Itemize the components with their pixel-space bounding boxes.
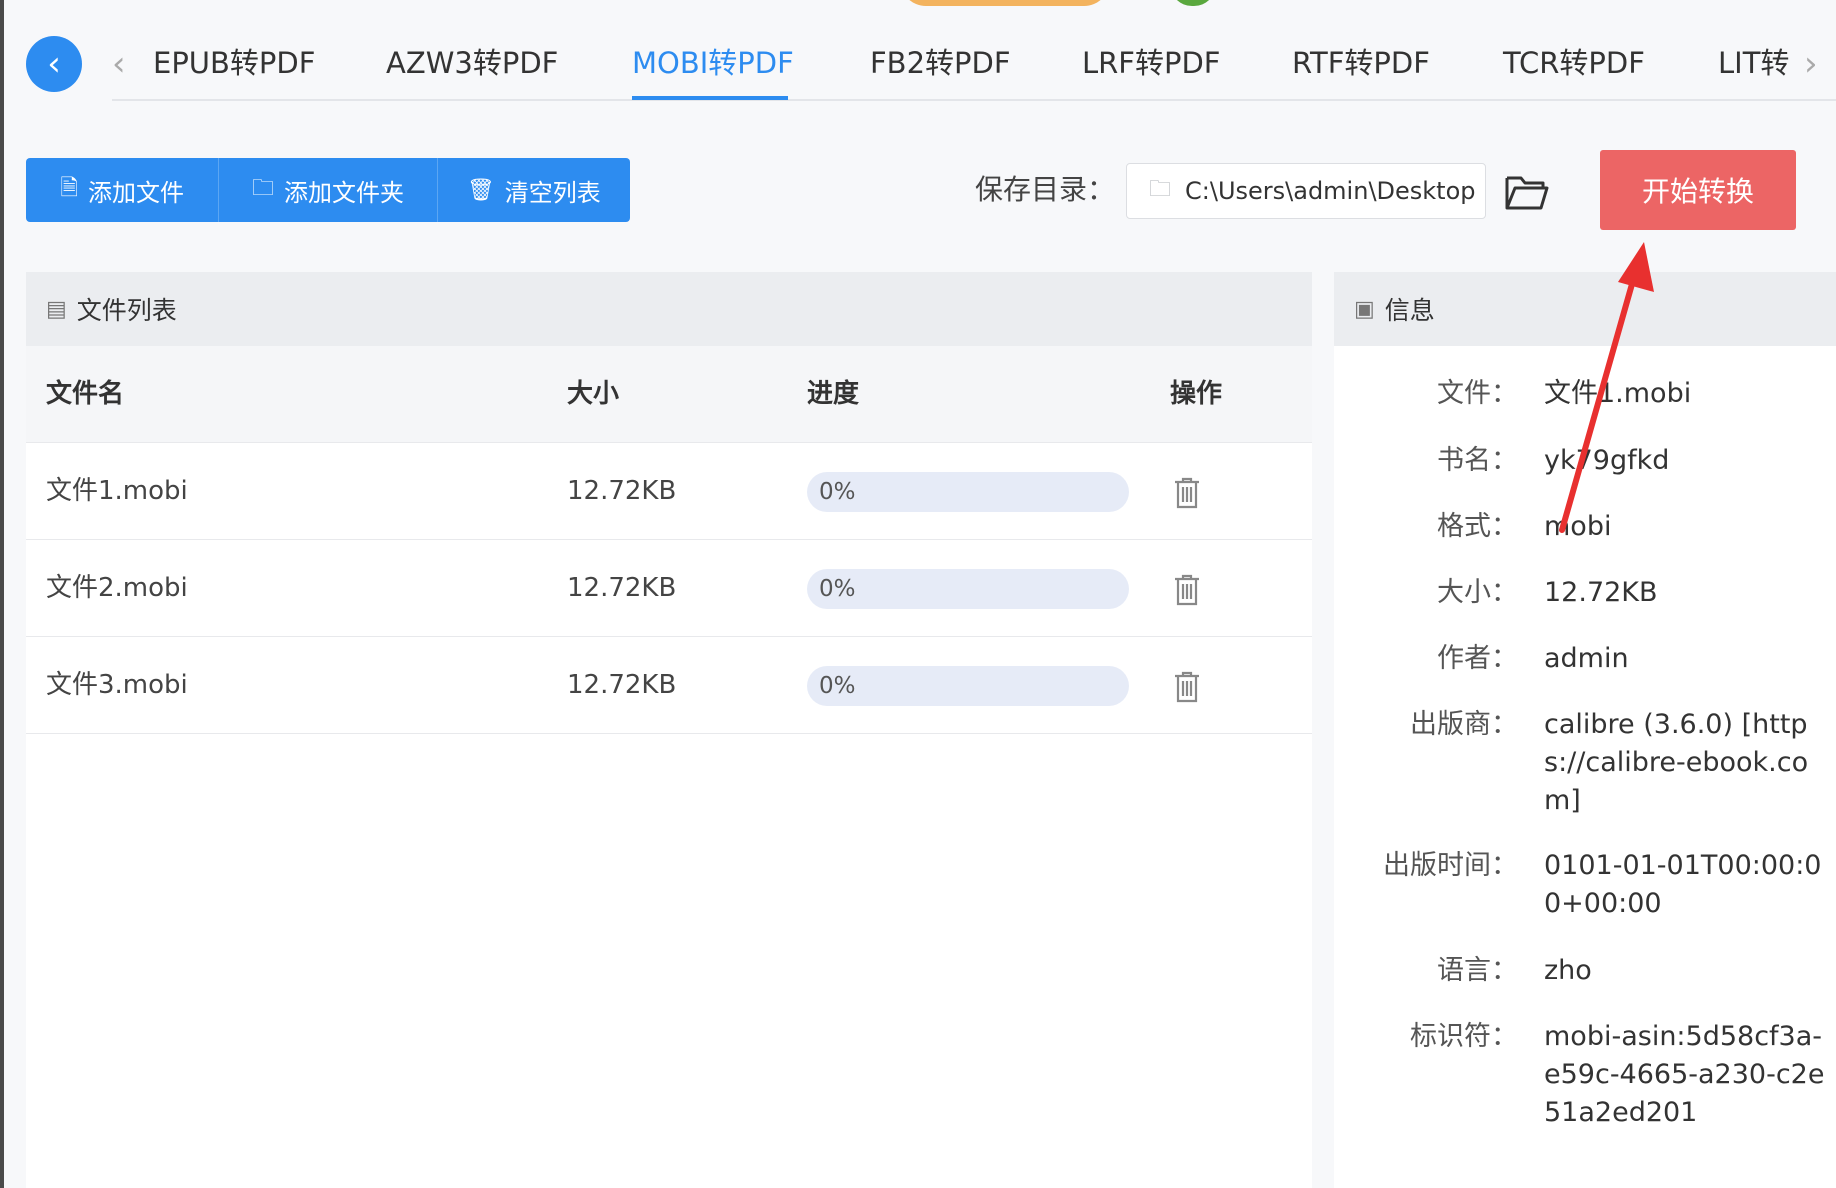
folder-open-icon[interactable] [1504,170,1550,214]
progress-bar: 0% [807,472,1129,512]
add-folder-button[interactable]: 🗀 添加文件夹 [219,158,438,222]
info-key: 出版商： [1410,709,1518,740]
folder-icon: 🗀 [251,176,274,201]
progress-text: 0% [819,479,856,505]
info-key: 书名： [1437,445,1518,476]
tab-scroll-left-icon[interactable]: ‹ [112,40,126,88]
column-header-actions: 操作 [1170,379,1223,409]
tab-lit-to-pdf[interactable]: LIT转 [1718,38,1789,88]
info-key: 出版时间： [1383,850,1518,881]
active-tab-indicator [632,96,788,100]
back-button[interactable]: ‹ [26,36,82,92]
progress-bar: 0% [807,569,1129,609]
file-size: 12.72KB [567,476,677,506]
tab-lrf-to-pdf[interactable]: LRF转PDF [1082,38,1221,88]
info-key: 文件： [1437,378,1518,409]
app-header-decoration-green [1170,0,1216,6]
info-header: ▣ 信息 [1334,272,1836,346]
progress-text: 0% [819,576,856,602]
clear-list-label: 清空列表 [504,178,601,207]
table-row[interactable]: 文件3.mobi 12.72KB 0% [26,637,1312,734]
column-header-progress: 进度 [807,379,860,409]
file-list-header: ▤ 文件列表 [26,272,1312,346]
trash-icon[interactable] [1172,670,1202,704]
table-header: 文件名 大小 进度 操作 [26,346,1312,443]
info-panel: ▣ 信息 文件： 文件1.mobi 书名： yk79gfkd 格式： mobi … [1334,272,1836,1188]
trash-icon[interactable] [1172,476,1202,510]
table-row[interactable]: 文件1.mobi 12.72KB 0% [26,443,1312,540]
file-actions-group: 🗎 添加文件 🗀 添加文件夹 🗑 清空列表 [26,158,630,222]
add-folder-label: 添加文件夹 [284,178,404,207]
info-value: admin [1544,643,1629,674]
tab-azw3-to-pdf[interactable]: AZW3转PDF [386,38,558,88]
info-value: 0101-01-01T00:00:00+00:00 [1544,850,1822,919]
tab-tcr-to-pdf[interactable]: TCR转PDF [1503,38,1645,88]
column-header-name: 文件名 [46,379,125,409]
file-size: 12.72KB [567,670,677,700]
info-title: 信息 [1384,296,1435,325]
list-icon: ▤ [46,296,67,322]
tab-rtf-to-pdf[interactable]: RTF转PDF [1292,38,1430,88]
info-value: mobi-asin:5d58cf3a-e59c-4665-a230-c2e51a… [1544,1021,1825,1128]
tabs-divider [112,99,1836,101]
tab-epub-to-pdf[interactable]: EPUB转PDF [153,38,315,88]
tab-scroll-right-icon[interactable]: › [1804,40,1818,88]
add-file-label: 添加文件 [88,178,185,207]
info-key: 作者： [1437,643,1518,674]
save-directory-input[interactable]: 🗀 C:\Users\admin\Desktop [1126,163,1486,219]
chevron-left-icon: ‹ [47,44,61,84]
file-size: 12.72KB [567,573,677,603]
save-directory-label: 保存目录： [975,173,1116,206]
progress-bar: 0% [807,666,1129,706]
progress-text: 0% [819,673,856,699]
file-icon: 🗎 [60,176,79,201]
table-row[interactable]: 文件2.mobi 12.72KB 0% [26,540,1312,637]
info-key: 语言： [1437,955,1518,986]
folder-icon: 🗀 [1149,177,1172,202]
file-name: 文件3.mobi [46,670,188,700]
trash-icon[interactable] [1172,573,1202,607]
save-directory-value: C:\Users\admin\Desktop [1185,177,1476,205]
add-file-button[interactable]: 🗎 添加文件 [26,158,220,222]
info-value: 12.72KB [1544,577,1658,608]
info-key: 格式： [1437,511,1518,542]
file-list-title: 文件列表 [76,296,177,325]
info-value: 文件1.mobi [1544,378,1692,409]
info-value: yk79gfkd [1544,445,1670,476]
info-value: mobi [1544,511,1612,542]
info-key: 大小： [1437,577,1518,608]
info-key: 标识符： [1410,1021,1518,1052]
app-header-decoration [900,0,1110,6]
info-value: zho [1544,955,1592,986]
tab-fb2-to-pdf[interactable]: FB2转PDF [870,38,1011,88]
info-icon: ▣ [1354,296,1375,322]
clear-list-button[interactable]: 🗑 清空列表 [437,158,630,222]
file-name: 文件2.mobi [46,573,188,603]
file-name: 文件1.mobi [46,476,188,506]
info-value: calibre (3.6.0) [https://calibre-ebook.c… [1544,709,1809,816]
column-header-size: 大小 [567,379,620,409]
tab-mobi-to-pdf[interactable]: MOBI转PDF [632,38,794,88]
trash-icon: 🗑 [466,177,495,203]
start-convert-button[interactable]: 开始转换 [1600,150,1796,230]
window-left-edge [0,0,4,1188]
file-list-panel: ▤ 文件列表 文件名 大小 进度 操作 文件1.mobi 12.72KB 0% … [26,272,1312,1188]
